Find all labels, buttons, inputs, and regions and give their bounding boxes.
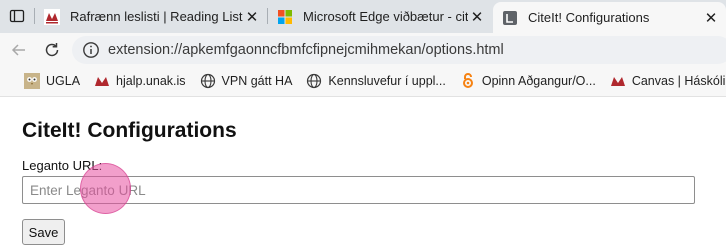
close-tab-icon[interactable]: ✕: [702, 9, 720, 27]
bookmark-hjalp-unak[interactable]: hjalp.unak.is: [94, 73, 186, 89]
address-bar[interactable]: extension://apkemfgaonncfbmfcfipnejcmihm…: [72, 36, 726, 64]
tab-title: CiteIt! Configurations: [528, 10, 650, 25]
microsoft-logo-icon: [278, 9, 292, 24]
tab-strip: Rafrænn leslisti | Reading List ✕ Micros…: [0, 0, 726, 33]
globe-icon: [200, 73, 215, 89]
save-button[interactable]: Save: [22, 219, 65, 245]
close-tab-icon[interactable]: ✕: [468, 8, 486, 26]
globe-icon: [307, 73, 322, 89]
bookmark-label: Opinn Aðgangur/O...: [481, 74, 596, 88]
tab-reading-list[interactable]: Rafrænn leslisti | Reading List ✕: [35, 2, 267, 31]
bookmark-vpn-gatt[interactable]: VPN gátt HA: [200, 73, 293, 89]
bookmark-label: UGLA: [46, 74, 81, 88]
bookmark-label: Canvas | Háskólinn...: [631, 74, 726, 88]
bookmark-ugla[interactable]: UGLA: [24, 73, 80, 89]
address-url[interactable]: extension://apkemfgaonncfbmfcfipnejcmihm…: [108, 42, 504, 58]
bookmark-label: VPN gátt HA: [221, 74, 293, 88]
click-indicator: [80, 163, 131, 214]
tab-title: Rafrænn leslisti | Reading List: [70, 9, 243, 24]
bookmark-label: hjalp.unak.is: [116, 74, 186, 88]
page-content: CiteIt! Configurations Leganto URL: Save: [0, 97, 726, 252]
extension-page-icon: [503, 10, 517, 25]
tab-title: Microsoft Edge viðbætur - cite it: [303, 9, 468, 24]
unak-logo-icon: [610, 77, 625, 86]
tab-citeit-configurations[interactable]: CiteIt! Configurations ✕: [493, 2, 726, 33]
tab-actions-icon[interactable]: [9, 8, 25, 24]
ugla-owl-icon: [24, 73, 40, 89]
bookmarks-bar: UGLA hjalp.unak.is VPN gátt HA Kennsluve…: [0, 66, 726, 97]
unak-logo-icon: [44, 8, 60, 25]
tab-edge-addons[interactable]: Microsoft Edge viðbætur - cite it ✕: [268, 2, 492, 31]
back-arrow-icon: [11, 44, 25, 56]
page-title: CiteIt! Configurations: [22, 119, 237, 142]
unak-logo-icon: [95, 77, 110, 86]
bookmark-label: Kennsluvefur í uppl...: [328, 74, 446, 88]
back-button[interactable]: [8, 39, 30, 61]
reload-icon: [45, 43, 59, 57]
bookmark-kennsluvefur[interactable]: Kennsluvefur í uppl...: [306, 73, 446, 89]
reload-button[interactable]: [41, 39, 63, 61]
bookmark-opinn-adgangur[interactable]: Opinn Aðgangur/O...: [460, 73, 596, 89]
info-icon[interactable]: [82, 41, 100, 59]
close-tab-icon[interactable]: ✕: [243, 8, 261, 26]
bookmark-canvas[interactable]: Canvas | Háskólinn...: [610, 73, 726, 89]
open-access-icon: [462, 73, 473, 88]
address-toolbar: extension://apkemfgaonncfbmfcfipnejcmihm…: [0, 33, 726, 66]
